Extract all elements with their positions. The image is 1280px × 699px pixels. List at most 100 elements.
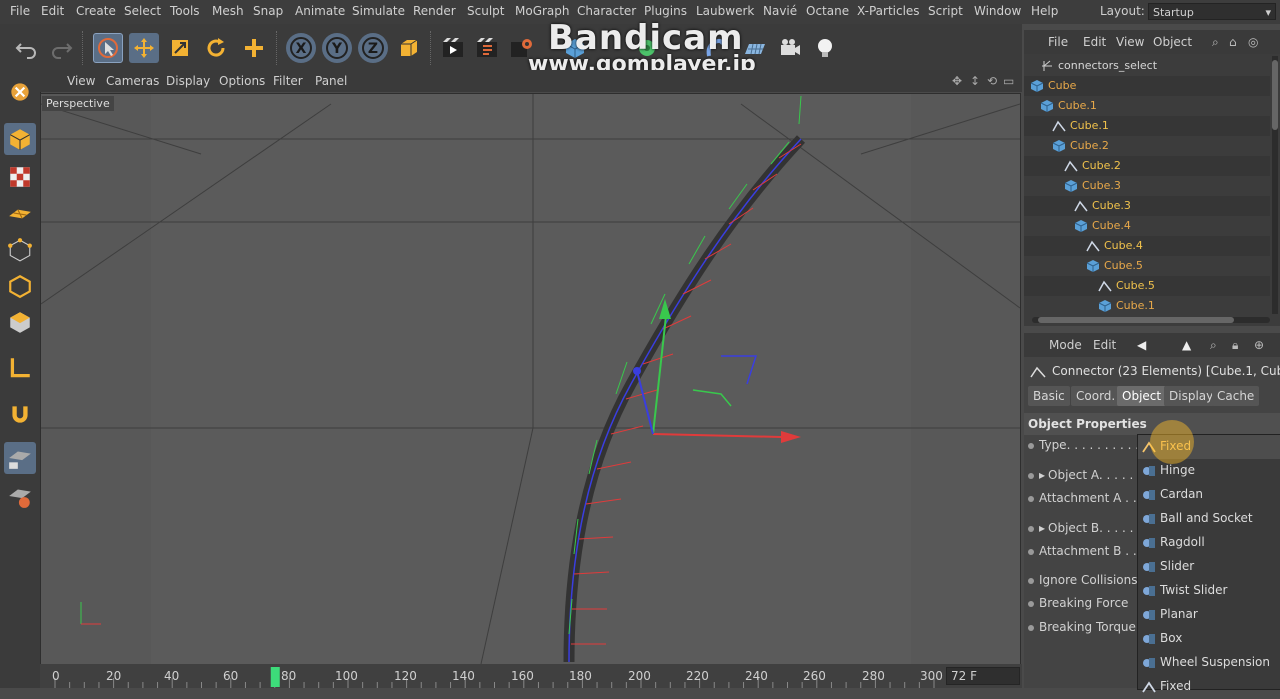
dropdown-option[interactable]: Box: [1138, 627, 1280, 651]
tree-item[interactable]: Cube.3: [1024, 176, 1270, 196]
prop-breaking-force[interactable]: Breaking Force: [1028, 596, 1128, 610]
keyframe-dot-icon[interactable]: [1028, 600, 1034, 607]
search-icon[interactable]: ⌕: [1212, 35, 1219, 50]
keyframe-dot-icon[interactable]: [1028, 548, 1034, 555]
make-editable-icon[interactable]: [4, 76, 36, 108]
dropdown-option[interactable]: Hinge: [1138, 459, 1280, 483]
tree-item[interactable]: Cube.5: [1024, 276, 1270, 296]
playhead[interactable]: [270, 667, 280, 687]
dropdown-option[interactable]: Ragdoll: [1138, 531, 1280, 555]
current-frame-field[interactable]: 72 F: [946, 667, 1020, 685]
home-icon[interactable]: ⌂: [1229, 35, 1237, 49]
x-axis-icon[interactable]: X: [286, 33, 316, 63]
expand-arrow-icon[interactable]: ▸: [1039, 521, 1045, 535]
keyframe-dot-icon[interactable]: [1028, 472, 1034, 479]
menu-character[interactable]: Character: [577, 4, 636, 18]
viewport-menu-view[interactable]: View: [67, 74, 95, 88]
move-view-icon[interactable]: ✥: [952, 74, 962, 88]
search-icon[interactable]: ⌕: [1210, 338, 1217, 353]
tree-item[interactable]: Cube.2: [1024, 136, 1270, 156]
dropdown-option[interactable]: Planar: [1138, 603, 1280, 627]
layout-select[interactable]: Startup ▾: [1148, 3, 1276, 20]
planar-workplane-icon[interactable]: [4, 480, 36, 512]
tab-coord[interactable]: Coord.: [1071, 386, 1121, 406]
menu-x-particles[interactable]: X-Particles: [857, 4, 920, 18]
scrollbar-thumb[interactable]: [1038, 317, 1234, 323]
tab-basic[interactable]: Basic: [1028, 386, 1070, 406]
menu-snap[interactable]: Snap: [253, 4, 283, 18]
render-view-icon[interactable]: [438, 33, 468, 63]
menu-script[interactable]: Script: [928, 4, 963, 18]
locked-workplane-icon[interactable]: [4, 442, 36, 474]
menu-render[interactable]: Render: [413, 4, 456, 18]
points-mode-icon[interactable]: [4, 234, 36, 266]
rotate-icon[interactable]: [201, 33, 231, 63]
light-icon[interactable]: [810, 33, 840, 63]
move-icon[interactable]: [129, 33, 159, 63]
texture-mode-icon[interactable]: [4, 161, 36, 193]
tree-item[interactable]: Cube: [1024, 76, 1270, 96]
workplane-icon[interactable]: [4, 198, 36, 230]
dropdown-option[interactable]: Wheel Suspension: [1138, 651, 1280, 675]
snap-magnet-icon[interactable]: [4, 398, 36, 430]
tree-item[interactable]: Cube.1: [1024, 96, 1270, 116]
tree-item[interactable]: Cube.2: [1024, 156, 1270, 176]
back-arrow-icon[interactable]: ◀: [1137, 338, 1146, 352]
tree-item[interactable]: Cube.4: [1024, 216, 1270, 236]
axis-mode-icon[interactable]: [4, 352, 36, 384]
tree-item[interactable]: Cube.1: [1024, 296, 1270, 314]
keyframe-dot-icon[interactable]: [1028, 495, 1034, 502]
dropdown-option[interactable]: Ball and Socket: [1138, 507, 1280, 531]
tab-cache[interactable]: Cache: [1212, 386, 1260, 406]
menu-window[interactable]: Window: [974, 4, 1021, 18]
timeline[interactable]: 0 20 40 60 80 100 120 140 160 180 200 22…: [40, 664, 1022, 688]
viewport-menu-options[interactable]: Options: [219, 74, 265, 88]
tab-object[interactable]: Object: [1117, 386, 1167, 406]
tree-item[interactable]: Cube.5: [1024, 256, 1270, 276]
om-menu-edit[interactable]: Edit: [1083, 35, 1106, 49]
om-menu-file[interactable]: File: [1048, 35, 1068, 49]
dropdown-option[interactable]: Slider: [1138, 555, 1280, 579]
viewport-menu-filter[interactable]: Filter: [273, 74, 303, 88]
edges-mode-icon[interactable]: [4, 270, 36, 302]
am-menu-edit[interactable]: Edit: [1093, 338, 1116, 352]
menu-mesh[interactable]: Mesh: [212, 4, 244, 18]
dropdown-option[interactable]: Twist Slider: [1138, 579, 1280, 603]
horizontal-scrollbar[interactable]: [1032, 317, 1270, 323]
prop-object-a[interactable]: ▸ Object A. . . . . .: [1028, 468, 1141, 482]
tree-item[interactable]: Cube.3: [1024, 196, 1270, 216]
model-mode-icon[interactable]: [4, 123, 36, 155]
menu-sculpt[interactable]: Sculpt: [467, 4, 504, 18]
keyframe-dot-icon[interactable]: [1028, 525, 1034, 532]
prop-object-b[interactable]: ▸ Object B. . . . . .: [1028, 521, 1141, 535]
render-picture-viewer-icon[interactable]: [472, 33, 502, 63]
zoom-view-icon[interactable]: ↕: [970, 74, 980, 88]
menu-select[interactable]: Select: [124, 4, 161, 18]
redo-icon[interactable]: [46, 33, 76, 63]
keyframe-dot-icon[interactable]: [1028, 624, 1034, 631]
scrollbar-thumb[interactable]: [1272, 60, 1278, 130]
live-selection-icon[interactable]: [93, 33, 123, 63]
om-menu-view[interactable]: View: [1116, 35, 1144, 49]
polygons-mode-icon[interactable]: [4, 306, 36, 338]
keyframe-dot-icon[interactable]: [1028, 442, 1034, 449]
y-axis-icon[interactable]: Y: [322, 33, 352, 63]
prop-breaking-torque[interactable]: Breaking Torque: [1028, 620, 1136, 634]
expand-arrow-icon[interactable]: ▸: [1039, 468, 1045, 482]
tree-item[interactable]: connectors_select: [1024, 56, 1270, 76]
am-menu-mode[interactable]: Mode: [1049, 338, 1082, 352]
menu-file[interactable]: File: [10, 4, 30, 18]
om-menu-object[interactable]: Object: [1153, 35, 1192, 49]
menu-tools[interactable]: Tools: [170, 4, 200, 18]
undo-icon[interactable]: [12, 33, 42, 63]
menu-help[interactable]: Help: [1031, 4, 1058, 18]
vertical-scrollbar[interactable]: [1272, 56, 1278, 314]
keyframe-dot-icon[interactable]: [1028, 577, 1034, 584]
menu-simulate[interactable]: Simulate: [352, 4, 405, 18]
up-arrow-icon[interactable]: ▲: [1182, 338, 1191, 352]
create-icon[interactable]: [239, 33, 269, 63]
viewport-menu-panel[interactable]: Panel: [315, 74, 347, 88]
tree-item[interactable]: Cube.4: [1024, 236, 1270, 256]
prop-ignore-collisions[interactable]: Ignore Collisions: [1028, 573, 1137, 587]
viewport-menu-display[interactable]: Display: [166, 74, 210, 88]
